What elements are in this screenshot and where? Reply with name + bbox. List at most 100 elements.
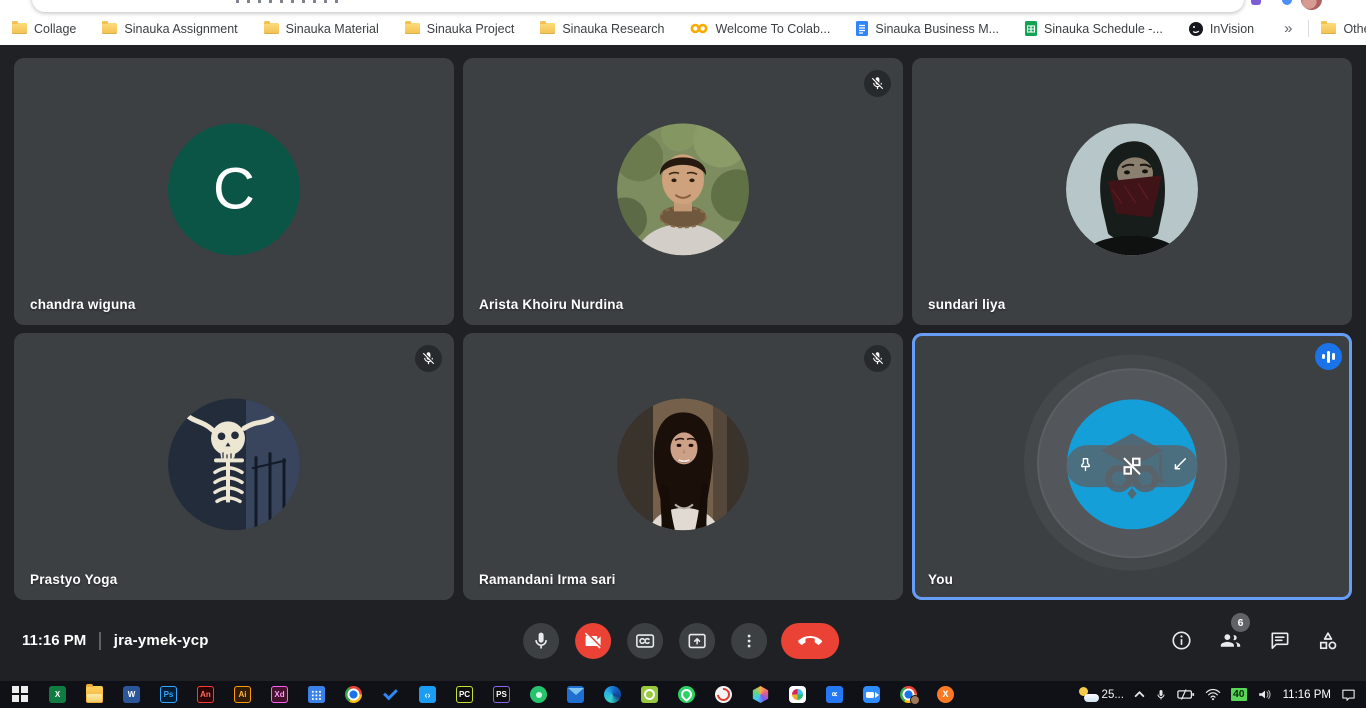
participant-name: chandra wiguna (30, 297, 136, 312)
show-everyone-button[interactable]: 6 (1218, 628, 1243, 653)
initial-avatar: C (168, 123, 300, 255)
participant-tile[interactable]: Arista Khoiru Nurdina (463, 58, 903, 325)
bookmark-item[interactable]: Sinauka Material (264, 22, 379, 36)
present-button[interactable] (679, 623, 715, 659)
meet-video-grid: C chandra wiguna Arista Khoiru Nurdina s… (14, 58, 1352, 600)
taskbar-illustrator-icon[interactable]: Ai (224, 681, 261, 708)
bookmarks-overflow-chevron[interactable]: » (1280, 20, 1296, 37)
mic-off-indicator (864, 70, 891, 97)
other-bookmarks-label: Other bookmarks (1343, 22, 1366, 36)
tray-chevron-icon (1134, 690, 1145, 699)
captions-button[interactable] (627, 623, 663, 659)
taskbar-xampp-icon[interactable]: X (927, 681, 964, 708)
invision-icon (1189, 22, 1203, 36)
taskbar-slack-icon[interactable] (779, 681, 816, 708)
other-bookmarks-button[interactable]: Other bookmarks (1321, 22, 1366, 36)
participant-tile[interactable]: You (912, 333, 1352, 600)
taskbar-todo-check-icon[interactable] (372, 681, 409, 708)
google-docs-icon (856, 21, 868, 36)
bookmark-item[interactable]: Collage (12, 22, 76, 36)
taskbar-videocall-icon[interactable] (853, 681, 890, 708)
participant-tile[interactable]: Prastyo Yoga (14, 333, 454, 600)
bookmark-item[interactable]: Welcome To Colab... (690, 22, 830, 36)
tray-microphone[interactable] (1155, 681, 1167, 708)
leave-call-icon (798, 629, 822, 653)
system-tray: 25... 40 11:16 PM (1077, 681, 1366, 708)
meeting-details-icon (1170, 629, 1193, 652)
taskbar-camera-green-icon[interactable] (631, 681, 668, 708)
participant-tile[interactable]: Ramandani Irma sari (463, 333, 903, 600)
tray-battery-percent[interactable]: 40 (1231, 681, 1247, 708)
pin-tile-button[interactable] (1075, 455, 1096, 476)
present-screen-icon (686, 630, 708, 652)
bookmark-item[interactable]: Sinauka Business M... (856, 21, 999, 36)
taskbar-whatsapp-icon[interactable] (668, 681, 705, 708)
taskbar-photoshop-icon[interactable]: Ps (150, 681, 187, 708)
taskbar-recorder-icon[interactable] (705, 681, 742, 708)
microphone-icon (531, 631, 551, 651)
tray-volume[interactable] (1257, 681, 1273, 708)
taskbar-vscode-icon[interactable] (409, 681, 446, 708)
tray-overflow-chevron[interactable] (1134, 681, 1145, 708)
action-center-button[interactable] (1341, 681, 1356, 708)
taskbar-chrome-profile-icon[interactable] (890, 681, 927, 708)
taskbar-phpstorm-icon[interactable]: PS (483, 681, 520, 708)
meet-call-area: C chandra wiguna Arista Khoiru Nurdina s… (0, 45, 1366, 681)
participant-tile[interactable]: C chandra wiguna (14, 58, 454, 325)
taskbar-word-icon[interactable]: W (113, 681, 150, 708)
taskbar-explorer-icon[interactable] (76, 681, 113, 708)
mic-off-icon (421, 351, 436, 366)
taskbar-pycharm-icon[interactable]: PC (446, 681, 483, 708)
tray-battery[interactable] (1177, 681, 1195, 708)
extension-icon[interactable] (1282, 0, 1292, 5)
google-sheets-icon (1025, 21, 1037, 36)
tray-wifi-icon (1205, 688, 1221, 701)
bookmark-item[interactable]: InVision (1189, 22, 1254, 36)
meeting-details-button[interactable] (1170, 629, 1193, 652)
clipped-url-text (236, 0, 346, 3)
folder-icon (540, 23, 555, 34)
mic-button[interactable] (523, 623, 559, 659)
minimize-tile-button[interactable] (1168, 455, 1189, 476)
minimize-tile-icon (1168, 455, 1189, 476)
mic-off-indicator (864, 345, 891, 372)
tray-wifi[interactable] (1205, 681, 1221, 708)
taskbar-calendar-icon[interactable] (298, 681, 335, 708)
folder-icon (264, 23, 279, 34)
remove-tile-button[interactable] (1117, 451, 1147, 481)
bookmarks-bar: Collage Sinauka Assignment Sinauka Materia… (0, 12, 1366, 45)
taskbar-excel-icon[interactable]: X (39, 681, 76, 708)
taskbar-xd-icon[interactable]: Xd (261, 681, 298, 708)
bookmark-item[interactable]: Sinauka Schedule -... (1025, 21, 1163, 36)
activities-button[interactable] (1316, 629, 1340, 653)
participant-tile[interactable]: sundari liya (912, 58, 1352, 325)
taskbar-chrome-icon[interactable] (335, 681, 372, 708)
taskbar-edge-icon[interactable] (594, 681, 631, 708)
leave-call-button[interactable] (781, 623, 839, 659)
taskbar-animate-icon[interactable]: An (187, 681, 224, 708)
taskbar-mail-icon[interactable] (557, 681, 594, 708)
bookmark-label: Sinauka Project (427, 22, 515, 36)
weather-tray-item[interactable]: 25... (1077, 681, 1124, 708)
taskbar-clock[interactable]: 11:16 PM (1283, 681, 1331, 708)
captions-icon (634, 630, 656, 652)
chat-icon (1268, 629, 1291, 652)
taskbar-windows-icon[interactable] (2, 681, 39, 708)
more-options-button[interactable] (731, 623, 767, 659)
extension-icon[interactable] (1251, 0, 1261, 5)
bookmark-label: Sinauka Material (286, 22, 379, 36)
chat-button[interactable] (1268, 629, 1291, 652)
taskbar-hexagon-icon[interactable] (742, 681, 779, 708)
mic-off-indicator (415, 345, 442, 372)
browser-profile-avatar[interactable] (1301, 0, 1322, 10)
taskbar-oc-icon[interactable]: ∝ (816, 681, 853, 708)
google-meet-screen: Collage Sinauka Assignment Sinauka Materia… (0, 0, 1366, 708)
browser-chrome-top: Collage Sinauka Assignment Sinauka Materia… (0, 0, 1366, 45)
camera-button[interactable] (575, 623, 611, 659)
pin-icon (1075, 455, 1096, 476)
taskbar-android-icon[interactable] (520, 681, 557, 708)
bookmark-item[interactable]: Sinauka Assignment (102, 22, 237, 36)
bookmark-item[interactable]: Sinauka Research (540, 22, 664, 36)
bookmark-item[interactable]: Sinauka Project (405, 22, 515, 36)
address-bar[interactable] (32, 0, 1244, 12)
